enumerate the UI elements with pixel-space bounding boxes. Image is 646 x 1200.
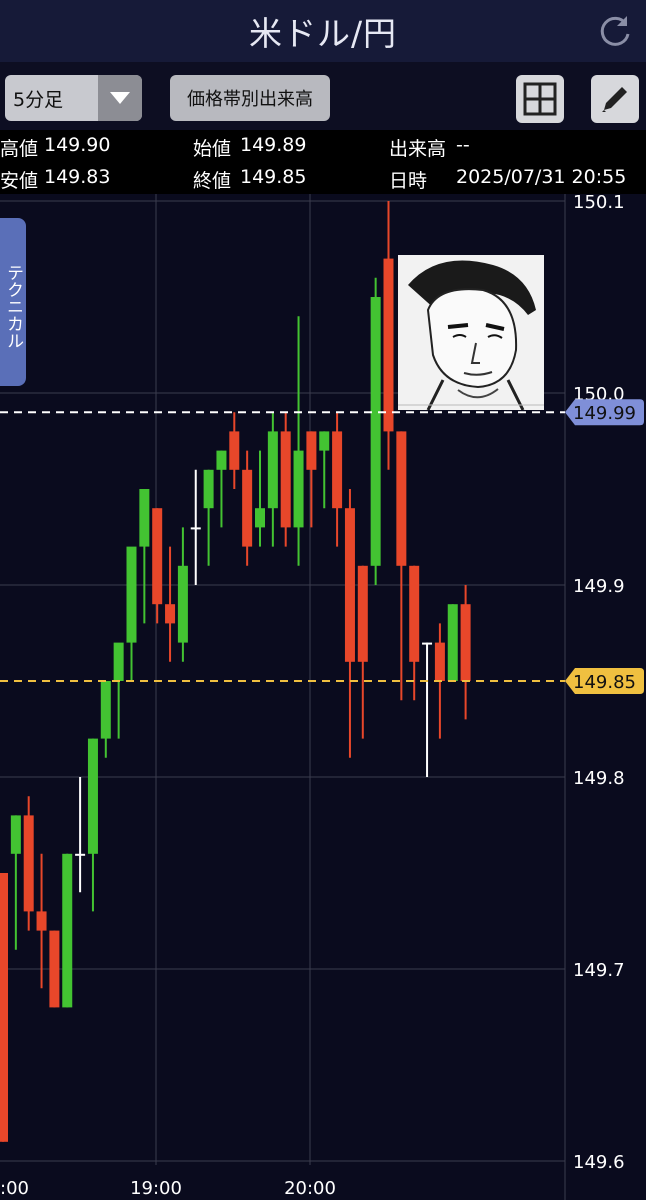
candle-body	[113, 642, 124, 681]
timeframe-select-label: 5分足	[13, 89, 64, 111]
candlestick-chart[interactable]: 149.6149.7149.8149.9150.0150.1:00 19:00 20…	[0, 194, 646, 1200]
y-tick-label: 149.8	[573, 768, 625, 789]
candle-body	[357, 565, 368, 662]
candle-body	[242, 469, 253, 547]
x-tick-label: 19:00	[130, 1178, 182, 1199]
candle-body	[409, 565, 420, 662]
volume-label: 出来高	[389, 138, 447, 160]
datetime-label: 日時	[389, 170, 428, 192]
candle-body	[434, 642, 445, 681]
candle-body	[460, 604, 471, 681]
candle-body	[344, 508, 355, 662]
candle-body	[383, 258, 394, 432]
candle-body	[87, 738, 98, 854]
page-title: 米ドル/円	[248, 14, 398, 53]
y-tick-label: 149.7	[573, 960, 625, 981]
candle-body	[126, 546, 137, 643]
chart-background	[0, 194, 646, 1200]
y-tick-label: 149.9	[573, 576, 625, 597]
y-tick-label: 149.6	[573, 1152, 625, 1173]
candle-body	[62, 853, 73, 1008]
candle-body	[229, 431, 240, 470]
candle-body	[332, 431, 343, 509]
last-price-label: 149.85	[573, 672, 636, 693]
candle-body	[319, 431, 330, 451]
candle-body	[370, 297, 381, 566]
high-label: 高値	[0, 138, 39, 160]
candle-body	[447, 604, 458, 681]
x-tick-label: 20:00	[284, 1178, 336, 1199]
candle-body	[100, 681, 111, 739]
chevron-down-icon	[98, 75, 142, 121]
candle-body	[152, 508, 163, 605]
ohlc-info-panel: 高値 149.90 安値 149.83 始値 149.89 終値 149.85 …	[0, 130, 646, 194]
candle-body	[10, 815, 21, 854]
close-label: 終値	[193, 170, 232, 192]
open-label: 始値	[193, 138, 232, 160]
close-value: 149.85	[240, 166, 307, 188]
candle-body	[177, 565, 188, 643]
candle-body	[23, 815, 34, 912]
candle-body	[280, 431, 291, 528]
candle-body	[255, 508, 265, 528]
y-tick-label: 150.1	[573, 194, 625, 213]
candle-body	[216, 450, 227, 470]
draw-button[interactable]	[591, 75, 639, 123]
candle-body	[165, 604, 176, 624]
candle-body	[203, 469, 214, 509]
character-illustration	[398, 255, 544, 410]
technical-tab[interactable]: テクニカル	[0, 218, 26, 386]
candle-body	[0, 873, 8, 1142]
refresh-icon[interactable]	[596, 12, 634, 50]
candle-body	[49, 930, 60, 1008]
pencil-icon	[602, 87, 627, 112]
volume-value: --	[456, 134, 470, 156]
low-label: 安値	[0, 170, 39, 192]
open-value: 149.89	[240, 134, 307, 156]
candle-body	[190, 527, 201, 530]
candle-body	[139, 489, 150, 547]
volume-profile-button[interactable]: 価格帯別出来高	[170, 75, 330, 121]
candle-body	[75, 853, 86, 856]
grid-icon	[523, 82, 557, 116]
candle-body	[396, 431, 407, 566]
low-value: 149.83	[44, 166, 111, 188]
candle-body	[267, 431, 278, 509]
candle-body	[293, 450, 304, 528]
candle-body	[422, 642, 433, 645]
candle-body	[36, 911, 47, 931]
header-bar: 米ドル/円	[0, 0, 646, 62]
bid-price-label: 149.99	[573, 403, 636, 424]
x-tick-label: :00	[0, 1178, 29, 1199]
grid-layout-button[interactable]	[516, 75, 564, 123]
timeframe-select[interactable]: 5分足	[5, 75, 142, 121]
high-value: 149.90	[44, 134, 111, 156]
candle-body	[306, 431, 317, 470]
datetime-value: 2025/07/31 20:55	[456, 166, 627, 188]
